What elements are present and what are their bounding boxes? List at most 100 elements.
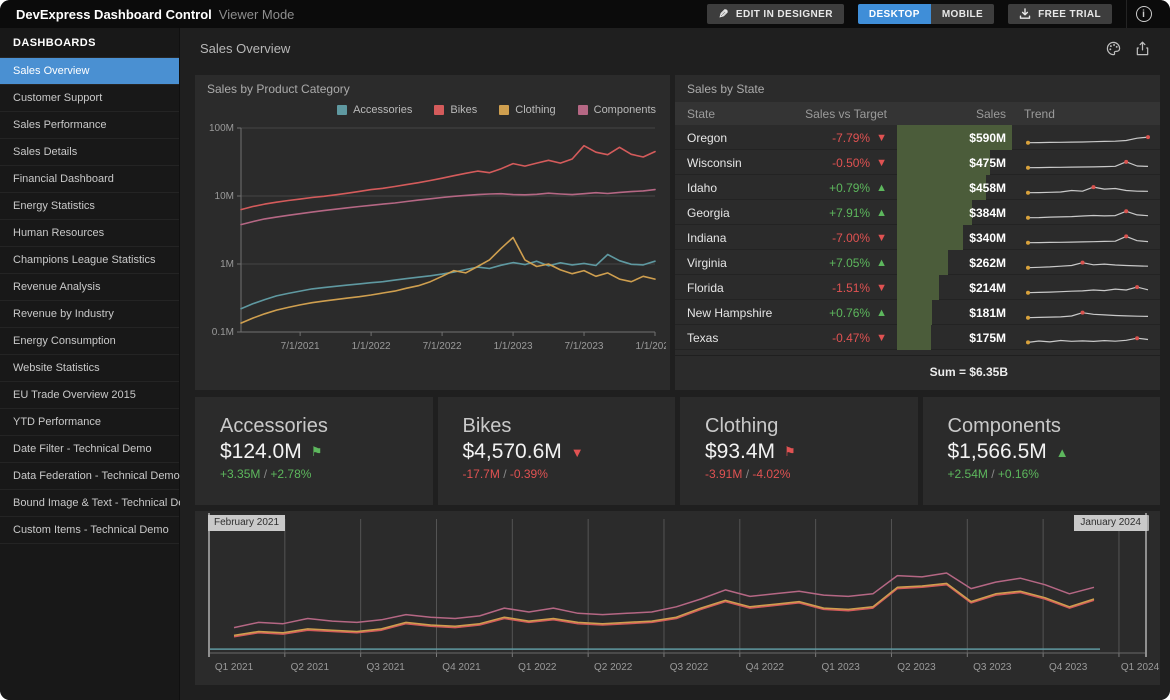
sidebar-item-date-filter-technical-demo[interactable]: Date Filter - Technical Demo	[0, 436, 179, 463]
state-name: Georgia	[675, 206, 795, 220]
sidebar-item-energy-consumption[interactable]: Energy Consumption	[0, 328, 179, 355]
col-state[interactable]: State	[687, 107, 715, 121]
info-icon: i	[1136, 6, 1152, 22]
svg-text:7/1/2022: 7/1/2022	[423, 341, 462, 352]
sales-bar	[897, 225, 963, 250]
sidebar-item-custom-items-technical-demo[interactable]: Custom Items - Technical Demo	[0, 517, 179, 544]
arrow-down-icon: ▼	[876, 157, 887, 169]
range-selector-chart[interactable]: Q1 2021Q2 2021Q3 2021Q4 2021Q1 2022Q2 20…	[195, 513, 1160, 683]
svg-text:7/1/2021: 7/1/2021	[281, 341, 320, 352]
trend-sparkline	[1024, 253, 1154, 273]
top-row: Sales by Product Category AccessoriesBik…	[195, 75, 1160, 390]
table-row-texas[interactable]: Texas-0.47%▼$175M	[675, 325, 1160, 350]
table-row-wisconsin[interactable]: Wisconsin-0.50%▼$475M	[675, 150, 1160, 175]
arrow-down-icon: ▼	[876, 132, 887, 144]
category-line-chart[interactable]: 100M10M1M0.1M7/1/20211/1/20227/1/20221/1…	[195, 116, 666, 380]
sidebar-item-sales-overview[interactable]: Sales Overview	[0, 58, 179, 85]
svg-text:Q4 2023: Q4 2023	[1049, 662, 1088, 673]
svg-text:Q4 2022: Q4 2022	[746, 662, 785, 673]
kpi-card-accessories[interactable]: Accessories$124.0M⚑+3.35M / +2.78%	[195, 397, 433, 505]
table-row-indiana[interactable]: Indiana-7.00%▼$340M	[675, 225, 1160, 250]
legend-label: Bikes	[450, 104, 477, 116]
kpi-card-bikes[interactable]: Bikes$4,570.6M▼-17.7M / -0.39%	[438, 397, 676, 505]
trend-sparkline	[1024, 303, 1154, 323]
target-delta: -1.51%	[832, 281, 870, 295]
export-button[interactable]	[1135, 41, 1150, 56]
topbar-actions: ✎ EDIT IN DESIGNER DESKTOP MOBILE FREE T…	[707, 0, 1160, 28]
svg-text:1/1/2024: 1/1/2024	[636, 341, 666, 352]
sidebar-item-bound-image-text-technical-demo[interactable]: Bound Image & Text - Technical Demo	[0, 490, 179, 517]
svg-text:7/1/2023: 7/1/2023	[565, 341, 604, 352]
sales-value: $384M	[969, 200, 1006, 225]
target-delta: -7.00%	[832, 231, 870, 245]
svg-text:Q2 2022: Q2 2022	[594, 662, 633, 673]
state-table-header: State Sales vs Target SalesTrend	[675, 102, 1160, 125]
sidebar-item-customer-support[interactable]: Customer Support	[0, 85, 179, 112]
sidebar-item-website-statistics[interactable]: Website Statistics	[0, 355, 179, 382]
svg-text:Q1 2022: Q1 2022	[518, 662, 557, 673]
range-start-label[interactable]: February 2021	[208, 515, 285, 531]
sidebar-item-revenue-by-industry[interactable]: Revenue by Industry	[0, 301, 179, 328]
kpi-value: $4,570.6M	[463, 440, 562, 464]
legend-item-components[interactable]: Components	[578, 104, 656, 116]
sales-value: $458M	[969, 175, 1006, 200]
legend-item-clothing[interactable]: Clothing	[499, 104, 555, 116]
svg-text:1M: 1M	[220, 259, 234, 270]
trend-cell	[1012, 178, 1160, 198]
table-row-virginia[interactable]: Virginia+7.05%▲$262M	[675, 250, 1160, 275]
sidebar-item-financial-dashboard[interactable]: Financial Dashboard	[0, 166, 179, 193]
free-trial-button[interactable]: FREE TRIAL	[1008, 4, 1112, 24]
table-row-oregon[interactable]: Oregon-7.79%▼$590M	[675, 125, 1160, 150]
table-row-idaho[interactable]: Idaho+0.79%▲$458M	[675, 175, 1160, 200]
sidebar-item-eu-trade-overview-2015[interactable]: EU Trade Overview 2015	[0, 382, 179, 409]
edit-in-designer-button[interactable]: ✎ EDIT IN DESIGNER	[707, 4, 843, 24]
sidebar-item-data-federation-technical-demo[interactable]: Data Federation - Technical Demo	[0, 463, 179, 490]
sidebar-item-champions-league-statistics[interactable]: Champions League Statistics	[0, 247, 179, 274]
table-row-georgia[interactable]: Georgia+7.91%▲$384M	[675, 200, 1160, 225]
mobile-toggle-button[interactable]: MOBILE	[931, 4, 994, 24]
table-row-new-hampshire[interactable]: New Hampshire+0.76%▲$181M	[675, 300, 1160, 325]
trend-cell	[1012, 328, 1160, 348]
topbar: DevExpress Dashboard Control Viewer Mode…	[0, 0, 1170, 28]
sales-value: $181M	[969, 300, 1006, 325]
legend-label: Components	[594, 104, 656, 116]
table-row-florida[interactable]: Florida-1.51%▼$214M	[675, 275, 1160, 300]
legend-item-accessories[interactable]: Accessories	[337, 104, 412, 116]
sidebar-item-energy-statistics[interactable]: Energy Statistics	[0, 193, 179, 220]
kpi-delta: -17.7M / -0.39%	[463, 467, 676, 481]
dashboard-header-actions	[1106, 41, 1150, 56]
sales-by-product-category-panel: Sales by Product Category AccessoriesBik…	[195, 75, 670, 390]
sales-value: $262M	[969, 250, 1006, 275]
trend-sparkline	[1024, 153, 1154, 173]
kpi-delta: +3.35M / +2.78%	[220, 467, 433, 481]
range-end-label[interactable]: January 2024	[1074, 515, 1147, 531]
kpi-card-components[interactable]: Components$1,566.5M▲+2.54M / +0.16%	[923, 397, 1161, 505]
trend-sparkline	[1024, 178, 1154, 198]
sales-bar-cell: $475M	[897, 150, 1012, 175]
sidebar-item-human-resources[interactable]: Human Resources	[0, 220, 179, 247]
sidebar-item-revenue-analysis[interactable]: Revenue Analysis	[0, 274, 179, 301]
color-scheme-button[interactable]	[1106, 41, 1121, 56]
kpi-value: $124.0M	[220, 440, 302, 464]
desktop-toggle-button[interactable]: DESKTOP	[858, 4, 931, 24]
state-table-body: Oregon-7.79%▼$590MWisconsin-0.50%▼$475MI…	[675, 125, 1160, 350]
sidebar-item-sales-details[interactable]: Sales Details	[0, 139, 179, 166]
sidebar-item-ytd-performance[interactable]: YTD Performance	[0, 409, 179, 436]
svg-text:Q2 2021: Q2 2021	[291, 662, 330, 673]
arrow-down-icon: ▼	[876, 232, 887, 244]
arrow-up-icon: ▲	[876, 207, 887, 219]
sales-bar-cell: $384M	[897, 200, 1012, 225]
legend-label: Accessories	[353, 104, 412, 116]
kpi-row: Accessories$124.0M⚑+3.35M / +2.78%Bikes$…	[195, 397, 1160, 505]
state-name: Wisconsin	[675, 156, 795, 170]
col-trend[interactable]: Trend	[1012, 107, 1160, 121]
sidebar-item-sales-performance[interactable]: Sales Performance	[0, 112, 179, 139]
target-delta: +0.79%	[829, 181, 870, 195]
col-sales[interactable]: Sales	[897, 107, 1012, 121]
col-sales-vs-target[interactable]: Sales vs Target	[805, 107, 887, 121]
legend-item-bikes[interactable]: Bikes	[434, 104, 477, 116]
sales-value: $340M	[969, 225, 1006, 250]
info-button[interactable]: i	[1126, 0, 1160, 28]
kpi-card-clothing[interactable]: Clothing$93.4M⚑-3.91M / -4.02%	[680, 397, 918, 505]
sales-by-state-panel: Sales by State StateSales vs TargetSales…	[675, 75, 1160, 390]
